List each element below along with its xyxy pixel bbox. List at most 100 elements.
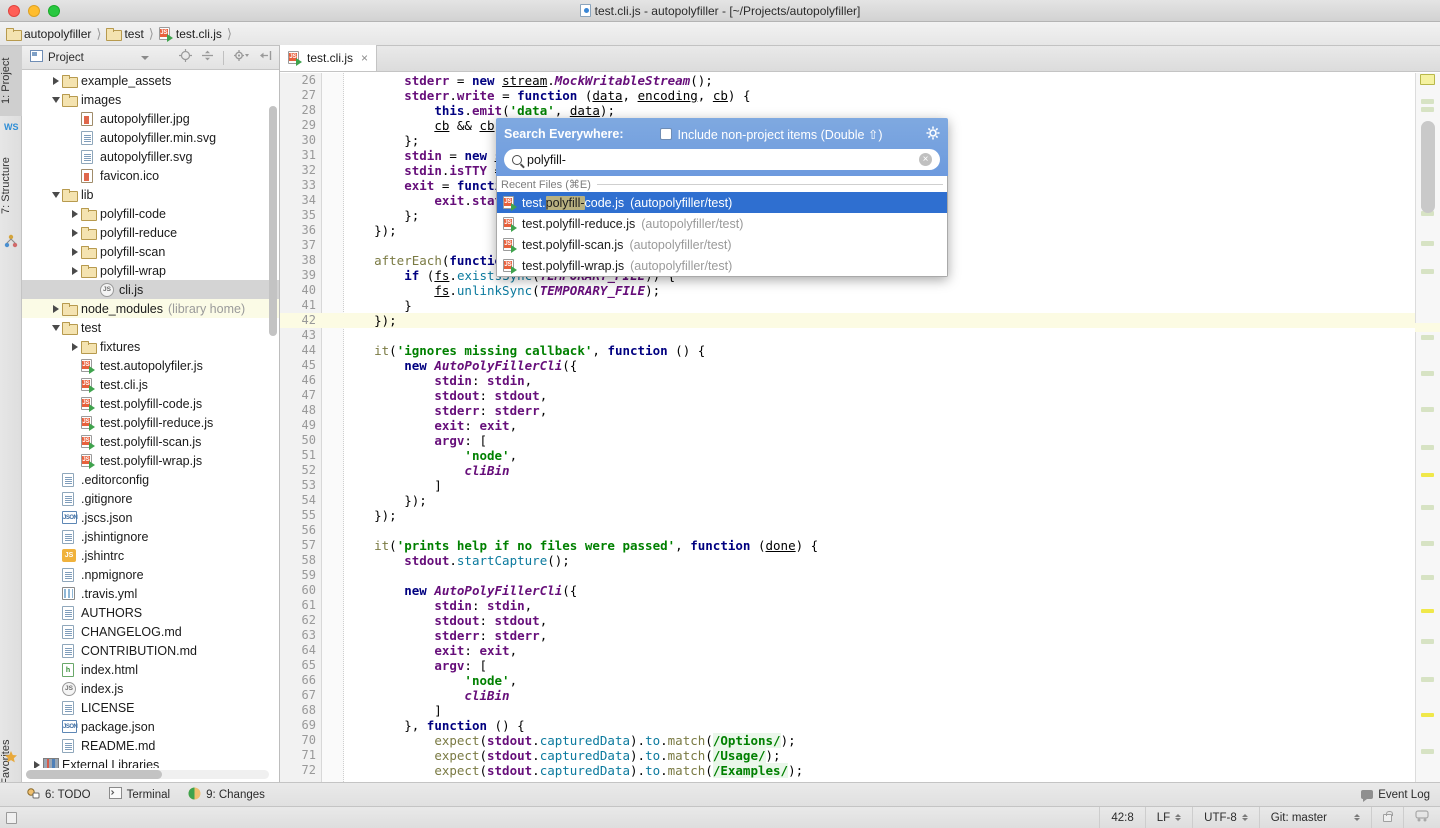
code-line[interactable]: 72 expect(stdout.capturedData).to.match(…	[280, 763, 1415, 778]
tree-twisty[interactable]	[49, 76, 62, 85]
tree-row[interactable]: .gitignore	[22, 489, 279, 508]
code-line[interactable]: 43	[280, 328, 1415, 343]
code-line[interactable]: 71 expect(stdout.capturedData).to.match(…	[280, 748, 1415, 763]
editor-marker-gutter[interactable]	[1415, 73, 1440, 790]
tree-twisty[interactable]	[49, 324, 62, 331]
tree-twisty[interactable]	[68, 228, 81, 237]
tree-row[interactable]: polyfill-wrap	[22, 261, 279, 280]
project-vertical-scrollbar[interactable]	[269, 106, 277, 336]
tree-row[interactable]: .jshintignore	[22, 527, 279, 546]
code-line[interactable]: 68 ]	[280, 703, 1415, 718]
code-line[interactable]: 42 });	[280, 313, 1415, 328]
encoding-selector[interactable]: UTF-8	[1192, 806, 1259, 828]
code-line[interactable]: 27 stderr.write = function (data, encodi…	[280, 88, 1415, 103]
tree-row[interactable]: JS test.polyfill-scan.js	[22, 432, 279, 451]
tree-row[interactable]: fixtures	[22, 337, 279, 356]
code-line[interactable]: 56	[280, 523, 1415, 538]
memory-indicator[interactable]	[1403, 806, 1440, 828]
tree-row[interactable]: test	[22, 318, 279, 337]
search-input[interactable]: polyfill-	[527, 153, 566, 167]
tree-row[interactable]: JS index.js	[22, 679, 279, 698]
settings-gear-icon[interactable]	[233, 49, 250, 67]
tree-row[interactable]: JS cli.js	[22, 280, 279, 299]
tree-twisty[interactable]	[49, 304, 62, 313]
code-line[interactable]: 52 cliBin	[280, 463, 1415, 478]
code-line[interactable]: 66 'node',	[280, 673, 1415, 688]
editor-scrollbar-thumb[interactable]	[1421, 121, 1435, 213]
search-input-wrapper[interactable]: polyfill- ×	[504, 149, 940, 170]
collapse-all-icon[interactable]	[201, 49, 214, 67]
tree-row[interactable]: External Libraries	[22, 755, 279, 768]
tree-row[interactable]: .travis.yml	[22, 584, 279, 603]
bottom-tab-terminal[interactable]: Terminal	[108, 787, 170, 802]
tree-row[interactable]: autopolyfiller.jpg	[22, 109, 279, 128]
code-line[interactable]: 65 argv: [	[280, 658, 1415, 673]
search-result-items[interactable]: JS test.polyfill-code.js (autopolyfiller/t…	[497, 192, 947, 276]
code-line[interactable]: 45 new AutoPolyFillerCli({	[280, 358, 1415, 373]
project-view-selector[interactable]: Project	[26, 49, 153, 66]
vcs-branch-selector[interactable]: Git: master	[1258, 806, 1371, 828]
locate-icon[interactable]	[179, 48, 192, 67]
code-line[interactable]: 60 new AutoPolyFillerCli({	[280, 583, 1415, 598]
tree-row[interactable]: node_modules (library home)	[22, 299, 279, 318]
tree-twisty[interactable]	[68, 209, 81, 218]
code-line[interactable]: 58 stdout.startCapture();	[280, 553, 1415, 568]
tree-twisty[interactable]	[30, 760, 43, 768]
code-line[interactable]: 51 'node',	[280, 448, 1415, 463]
tree-row[interactable]: README.md	[22, 736, 279, 755]
code-line[interactable]: 47 stdout: stdout,	[280, 388, 1415, 403]
code-line[interactable]: 46 stdin: stdin,	[280, 373, 1415, 388]
tree-row[interactable]: AUTHORS	[22, 603, 279, 622]
search-result-item[interactable]: JS test.polyfill-reduce.js (autopolyfiller…	[497, 213, 947, 234]
read-only-toggle[interactable]	[1371, 806, 1403, 828]
code-line[interactable]: 44 it('ignores missing callback', functi…	[280, 343, 1415, 358]
tree-row[interactable]: autopolyfiller.min.svg	[22, 128, 279, 147]
tree-row[interactable]: .npmignore	[22, 565, 279, 584]
code-line[interactable]: 41 }	[280, 298, 1415, 313]
code-line[interactable]: 59	[280, 568, 1415, 583]
tree-twisty[interactable]	[49, 96, 62, 103]
line-separator-selector[interactable]: LF	[1144, 806, 1192, 828]
checkbox-box[interactable]	[659, 128, 672, 140]
search-result-item[interactable]: JS test.polyfill-wrap.js (autopolyfiller/t…	[497, 255, 947, 276]
code-line[interactable]: 55 });	[280, 508, 1415, 523]
tree-row[interactable]: JS test.cli.js	[22, 375, 279, 394]
code-line[interactable]: 70 expect(stdout.capturedData).to.match(…	[280, 733, 1415, 748]
caret-position[interactable]: 42:8	[1099, 806, 1144, 828]
tree-row[interactable]: CONTRIBUTION.md	[22, 641, 279, 660]
tree-row[interactable]: JS test.autopolyfiler.js	[22, 356, 279, 375]
tree-row[interactable]: CHANGELOG.md	[22, 622, 279, 641]
project-horizontal-scrollbar[interactable]	[26, 770, 269, 779]
event-log-button[interactable]: Event Log	[1361, 789, 1440, 802]
tree-row[interactable]: JS test.polyfill-wrap.js	[22, 451, 279, 470]
breadcrumb-item-project[interactable]: autopolyfiller	[6, 27, 91, 41]
tree-row[interactable]: polyfill-code	[22, 204, 279, 223]
code-line[interactable]: 48 stderr: stderr,	[280, 403, 1415, 418]
code-line[interactable]: 26 stderr = new stream.MockWritableStrea…	[280, 73, 1415, 88]
search-everywhere-popup[interactable]: Search Everywhere: Include non-project i…	[496, 118, 948, 277]
tree-row[interactable]: images	[22, 90, 279, 109]
tree-row[interactable]: favicon.ico	[22, 166, 279, 185]
tree-twisty[interactable]	[49, 191, 62, 198]
search-result-item[interactable]: JS test.polyfill-scan.js (autopolyfiller/t…	[497, 234, 947, 255]
tree-row[interactable]: .editorconfig	[22, 470, 279, 489]
close-tab-icon[interactable]: ×	[361, 51, 368, 65]
clear-search-icon[interactable]: ×	[919, 153, 932, 166]
tree-twisty[interactable]	[68, 266, 81, 275]
tree-twisty[interactable]	[68, 247, 81, 256]
breadcrumb-item-file[interactable]: JS test.cli.js	[158, 26, 222, 42]
tree-row[interactable]: lib	[22, 185, 279, 204]
code-line[interactable]: 63 stderr: stderr,	[280, 628, 1415, 643]
code-line[interactable]: 53 ]	[280, 478, 1415, 493]
toggle-tool-windows-button[interactable]	[0, 811, 22, 824]
bottom-tab-changes[interactable]: 9: Changes	[188, 787, 265, 803]
tree-row[interactable]: JSON package.json	[22, 717, 279, 736]
code-line[interactable]: 49 exit: exit,	[280, 418, 1415, 433]
tree-row[interactable]: JS test.polyfill-reduce.js	[22, 413, 279, 432]
code-line[interactable]: 40 fs.unlinkSync(TEMPORARY_FILE);	[280, 283, 1415, 298]
code-line[interactable]: 69 }, function () {	[280, 718, 1415, 733]
code-line[interactable]: 57 it('prints help if no files were pass…	[280, 538, 1415, 553]
tree-row[interactable]: JS .jshintrc	[22, 546, 279, 565]
bottom-tab-todo[interactable]: 6: TODO	[26, 787, 91, 803]
breadcrumb-item-test[interactable]: test	[106, 27, 144, 41]
